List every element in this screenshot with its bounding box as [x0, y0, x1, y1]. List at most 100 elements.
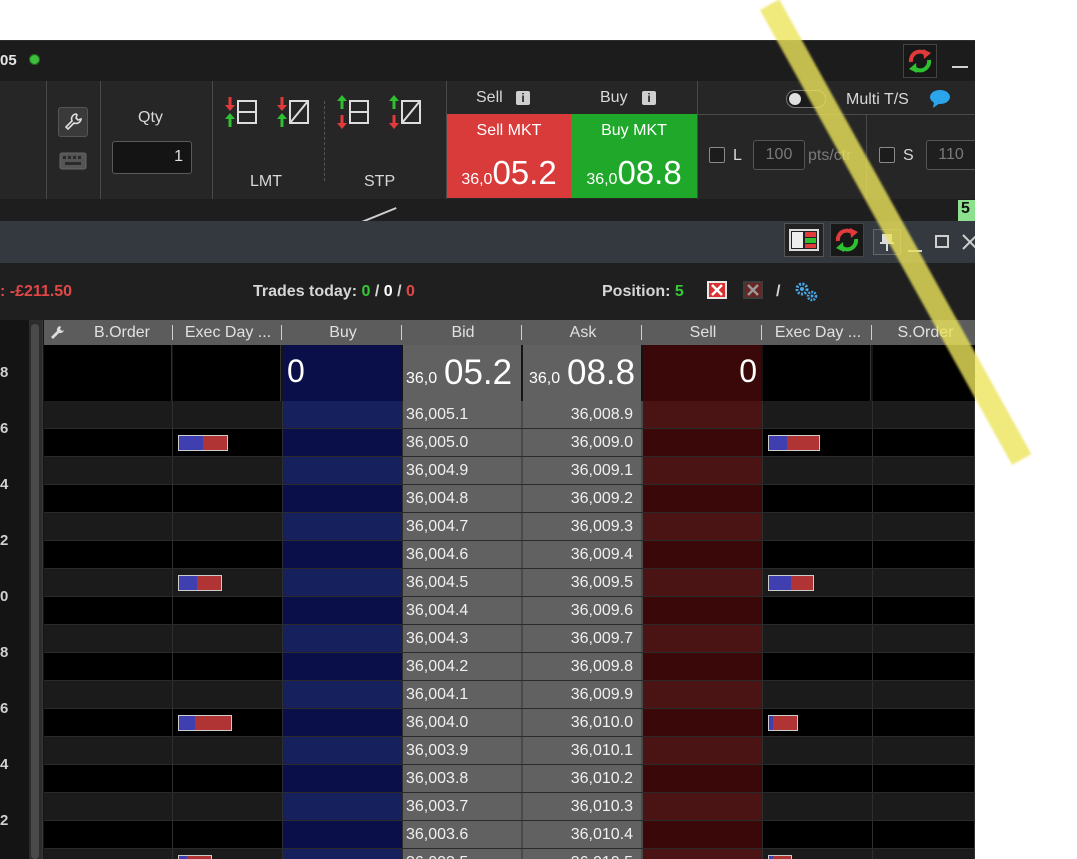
maximize-icon[interactable] [935, 235, 949, 248]
qty-input[interactable]: 1 [112, 141, 192, 174]
buy-cell[interactable] [283, 793, 403, 820]
b-order-cell[interactable] [44, 681, 173, 708]
bid-cell[interactable]: 36,004.0 [403, 709, 523, 736]
ask-cell[interactable]: 36,010.0 [523, 709, 643, 736]
sell-cell[interactable] [643, 681, 763, 708]
ask-cell[interactable]: 36,009.1 [523, 457, 643, 484]
buy-cell[interactable] [283, 485, 403, 512]
ask-top-cell[interactable]: 36,0 08.8 [523, 345, 641, 401]
buy-cell[interactable] [283, 513, 403, 540]
s-order-cell[interactable] [873, 765, 975, 792]
bid-cell[interactable]: 36,004.5 [403, 569, 523, 596]
header-ask[interactable]: Ask [524, 320, 642, 345]
settings-gears-icon[interactable] [793, 280, 819, 302]
header-exec-day-sell[interactable]: Exec Day ... [766, 320, 870, 345]
stop-points-input[interactable]: 110 [926, 140, 975, 170]
bid-cell[interactable]: 36,003.7 [403, 793, 523, 820]
buy-cell[interactable] [283, 625, 403, 652]
buy-cell[interactable] [283, 849, 403, 859]
sell-cell[interactable] [643, 485, 763, 512]
header-b-order[interactable]: B.Order [74, 320, 170, 345]
bid-cell[interactable]: 36,004.1 [403, 681, 523, 708]
buy-market-button[interactable]: Buy MKT 36,008.8 [571, 114, 697, 198]
bid-cell[interactable]: 36,004.8 [403, 485, 523, 512]
b-order-cell[interactable] [44, 485, 173, 512]
close-position-icon[interactable] [706, 280, 728, 300]
ask-cell[interactable]: 36,010.2 [523, 765, 643, 792]
sell-cell[interactable] [643, 625, 763, 652]
buy-top-cell[interactable]: 0 [283, 345, 401, 401]
sell-cell[interactable] [643, 429, 763, 456]
limit-points-input[interactable]: 100 [753, 140, 805, 170]
ladder-scrollbar[interactable] [29, 320, 43, 859]
s-order-cell[interactable] [873, 793, 975, 820]
b-order-cell[interactable] [44, 709, 173, 736]
ask-cell[interactable]: 36,009.3 [523, 513, 643, 540]
b-order-cell[interactable] [44, 737, 173, 764]
bid-cell[interactable]: 36,004.6 [403, 541, 523, 568]
buy-cell[interactable] [283, 457, 403, 484]
s-order-cell[interactable] [873, 569, 975, 596]
stop-order-ask-icon[interactable] [388, 95, 424, 131]
ask-cell[interactable]: 36,010.5 [523, 849, 643, 859]
bid-cell[interactable]: 36,004.3 [403, 625, 523, 652]
ask-cell[interactable]: 36,010.1 [523, 737, 643, 764]
b-order-cell[interactable] [44, 765, 173, 792]
bid-cell[interactable]: 36,005.0 [403, 429, 523, 456]
s-order-cell[interactable] [873, 485, 975, 512]
b-order-cell[interactable] [44, 401, 173, 428]
header-exec-day-buy[interactable]: Exec Day ... [176, 320, 280, 345]
b-order-cell[interactable] [44, 457, 173, 484]
bid-cell[interactable]: 36,003.5 [403, 849, 523, 859]
bid-cell[interactable]: 36,003.6 [403, 821, 523, 848]
keyboard-icon[interactable] [59, 151, 87, 171]
b-order-cell[interactable] [44, 653, 173, 680]
sell-cell[interactable] [643, 849, 763, 859]
sync-icon[interactable] [903, 44, 937, 78]
buy-cell[interactable] [283, 737, 403, 764]
buy-cell[interactable] [283, 597, 403, 624]
minimize-icon[interactable] [952, 66, 968, 68]
b-order-cell[interactable] [44, 541, 173, 568]
b-order-cell[interactable] [44, 597, 173, 624]
sell-cell[interactable] [643, 653, 763, 680]
s-order-cell[interactable] [873, 849, 975, 859]
buy-cell[interactable] [283, 541, 403, 568]
ask-cell[interactable]: 36,010.3 [523, 793, 643, 820]
buy-cell[interactable] [283, 401, 403, 428]
s-order-cell[interactable] [873, 401, 975, 428]
buy-cell[interactable] [283, 653, 403, 680]
close-icon[interactable] [961, 232, 978, 252]
sell-cell[interactable] [643, 737, 763, 764]
sell-market-button[interactable]: Sell MKT 36,005.2 [447, 114, 571, 198]
s-order-cell[interactable] [873, 429, 975, 456]
b-order-cell[interactable] [44, 793, 173, 820]
sell-cell[interactable] [643, 597, 763, 624]
buy-cell[interactable] [283, 569, 403, 596]
chat-bubble-icon[interactable] [929, 89, 951, 109]
b-order-cell[interactable] [44, 849, 173, 859]
stop-order-bid-icon[interactable] [336, 95, 372, 131]
sync-icon[interactable] [830, 223, 864, 257]
ask-cell[interactable]: 36,009.4 [523, 541, 643, 568]
b-order-cell[interactable] [44, 625, 173, 652]
header-bid[interactable]: Bid [404, 320, 522, 345]
buy-cell[interactable] [283, 429, 403, 456]
sell-cell[interactable] [643, 709, 763, 736]
buy-cell[interactable] [283, 681, 403, 708]
ask-cell[interactable]: 36,009.2 [523, 485, 643, 512]
limit-checkbox[interactable] [709, 147, 725, 163]
s-order-cell[interactable] [873, 457, 975, 484]
cancel-orders-icon[interactable] [742, 280, 764, 300]
s-order-cell[interactable] [873, 541, 975, 568]
b-order-cell[interactable] [44, 569, 173, 596]
sell-cell[interactable] [643, 569, 763, 596]
ask-cell[interactable]: 36,010.4 [523, 821, 643, 848]
sell-top-cell[interactable]: 0 [643, 345, 761, 401]
buy-cell[interactable] [283, 821, 403, 848]
bid-cell[interactable]: 36,005.1 [403, 401, 523, 428]
b-order-cell[interactable] [44, 821, 173, 848]
sell-cell[interactable] [643, 401, 763, 428]
bid-cell[interactable]: 36,003.8 [403, 765, 523, 792]
bid-cell[interactable]: 36,003.9 [403, 737, 523, 764]
